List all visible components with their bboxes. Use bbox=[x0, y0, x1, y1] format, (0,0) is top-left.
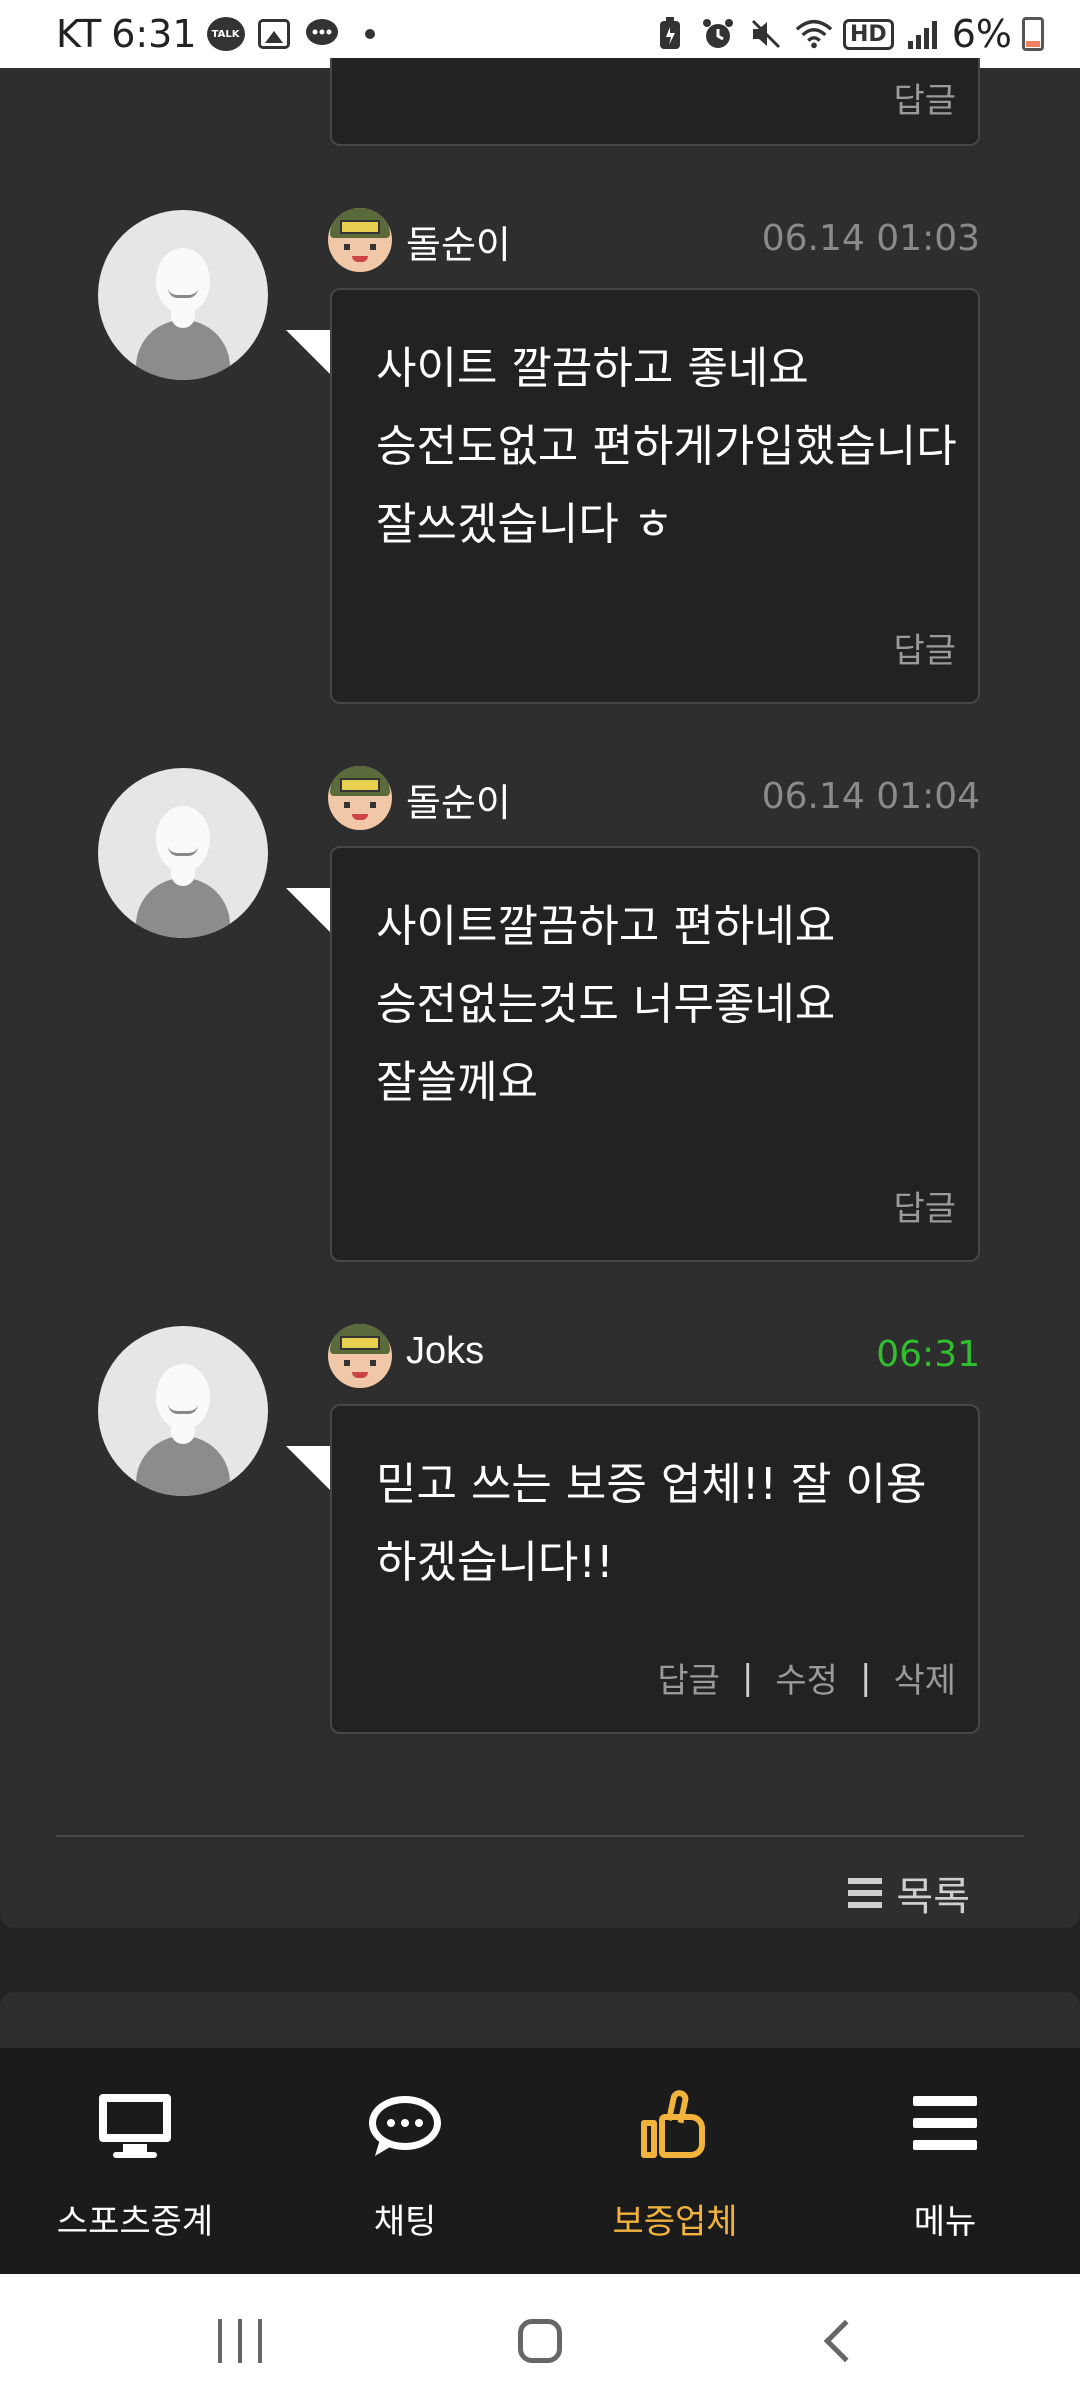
comment-line: 승전없는것도 너무좋네요 bbox=[376, 979, 836, 1030]
avatar bbox=[98, 210, 268, 380]
alarm-icon bbox=[699, 15, 737, 53]
home-button[interactable] bbox=[518, 2319, 562, 2363]
battery-percent: 6% bbox=[951, 12, 1012, 56]
nav-chat[interactable]: 채팅 bbox=[270, 2048, 540, 2274]
comment-line: 사이트 깔끔하고 좋네요 bbox=[376, 343, 809, 394]
nav-label: 채팅 bbox=[373, 2202, 437, 2242]
delete-link[interactable]: 삭제 bbox=[893, 1653, 956, 1702]
signal-icon bbox=[904, 15, 942, 53]
comment-text: 사이트 깔끔하고 좋네요 승전도없고 편하게가입했습니다 잘쓰겠습니다 ㅎ bbox=[376, 330, 957, 564]
system-nav-bar bbox=[0, 2274, 1080, 2408]
author-name[interactable]: 돌순이 bbox=[406, 214, 511, 269]
comment-time: 06.14 01:04 bbox=[761, 776, 980, 817]
author-name[interactable]: 돌순이 bbox=[406, 772, 511, 827]
comment-text: 믿고 쓰는 보증 업체!! 잘 이용 하겠습니다!! bbox=[376, 1446, 938, 1602]
comment-time: 06.14 01:03 bbox=[761, 218, 980, 259]
action-separator: | bbox=[859, 1657, 872, 1698]
wifi-icon bbox=[795, 15, 833, 53]
reply-link[interactable]: 답글 bbox=[893, 73, 956, 122]
comment-line: 잘쓰겠습니다 ㅎ bbox=[376, 499, 674, 550]
comment-header: 돌순이 06.14 01:04 bbox=[328, 766, 980, 830]
recent-apps-button[interactable] bbox=[218, 2316, 262, 2366]
comments-card: 답글 돌순이 06.14 01:03 사이트 깔끔하고 좋네요 승전도없고 편하… bbox=[0, 58, 1080, 1928]
comment-text: 사이트깔끔하고 편하네요 승전없는것도 너무좋네요 잘쓸께요 bbox=[376, 888, 938, 1122]
reply-link[interactable]: 답글 bbox=[893, 1181, 956, 1230]
reply-link[interactable]: 답글 bbox=[893, 623, 956, 672]
bubble-tail bbox=[286, 1446, 332, 1492]
thumbs-up-icon bbox=[639, 2088, 711, 2158]
comment-actions: 답글 bbox=[893, 623, 956, 672]
next-section-card bbox=[0, 1992, 1080, 2052]
level-badge-icon bbox=[328, 208, 392, 272]
hd-icon: HD bbox=[843, 18, 894, 50]
bubble-tail bbox=[286, 888, 332, 934]
monitor-icon bbox=[99, 2090, 171, 2158]
action-separator: | bbox=[741, 1657, 754, 1698]
comment-bubble: 사이트 깔끔하고 좋네요 승전도없고 편하게가입했습니다 잘쓰겠습니다 ㅎ 답글 bbox=[330, 288, 980, 704]
nav-sports-broadcast[interactable]: 스포츠중계 bbox=[0, 2048, 270, 2274]
comment-bubble: 답글 bbox=[330, 58, 980, 146]
back-button[interactable] bbox=[823, 2319, 867, 2363]
status-bar-right: HD 6% bbox=[651, 10, 1044, 58]
comment-line: 잘쓸께요 bbox=[376, 1057, 538, 1108]
carrier-label: KT bbox=[56, 12, 102, 56]
nav-menu[interactable]: 메뉴 bbox=[810, 2048, 1080, 2274]
level-badge-icon bbox=[328, 1324, 392, 1388]
battery-icon bbox=[1022, 17, 1044, 51]
battery-saver-icon bbox=[651, 15, 689, 53]
list-icon bbox=[848, 1878, 883, 1908]
kakaotalk-icon: TALK bbox=[206, 17, 245, 51]
status-bar-left: KT 6:31 TALK bbox=[56, 10, 389, 58]
level-badge-icon bbox=[328, 766, 392, 830]
gallery-icon bbox=[255, 15, 293, 53]
comment-header: 돌순이 06.14 01:03 bbox=[328, 208, 980, 272]
nav-verified-companies[interactable]: 보증업체 bbox=[540, 2048, 810, 2274]
divider bbox=[56, 1835, 1024, 1837]
dot-icon bbox=[351, 15, 389, 53]
comment-actions: 답글 bbox=[893, 1181, 956, 1230]
comment-line: 승전도없고 편하게가입했습니다 bbox=[376, 421, 957, 472]
edit-link[interactable]: 수정 bbox=[775, 1653, 838, 1702]
chat-bubble-icon bbox=[369, 2090, 441, 2158]
avatar bbox=[98, 768, 268, 938]
comment-bubble: 사이트깔끔하고 편하네요 승전없는것도 너무좋네요 잘쓸께요 답글 bbox=[330, 846, 980, 1262]
list-button[interactable]: 목록 bbox=[848, 1864, 970, 1922]
comment-header: Joks 06:31 bbox=[328, 1324, 980, 1388]
comment-actions: 답글 bbox=[893, 73, 956, 122]
nav-label: 보증업체 bbox=[612, 2202, 738, 2242]
comment-actions: 답글 | 수정 | 삭제 bbox=[657, 1653, 956, 1702]
hamburger-menu-icon bbox=[909, 2090, 981, 2158]
reply-link[interactable]: 답글 bbox=[657, 1653, 720, 1702]
comment-bubble: 믿고 쓰는 보증 업체!! 잘 이용 하겠습니다!! 답글 | 수정 | 삭제 bbox=[330, 1404, 980, 1734]
nav-label: 스포츠중계 bbox=[56, 2202, 214, 2242]
nav-label: 메뉴 bbox=[913, 2202, 977, 2242]
clock: 6:31 bbox=[111, 12, 197, 56]
bubble-tail bbox=[286, 330, 332, 376]
comment-line: 믿고 쓰는 보증 업체!! 잘 이용 bbox=[376, 1459, 927, 1510]
author-name[interactable]: Joks bbox=[406, 1330, 484, 1373]
message-icon bbox=[303, 15, 341, 53]
mute-icon bbox=[747, 15, 785, 53]
comment-time: 06:31 bbox=[876, 1334, 980, 1375]
bottom-nav: 스포츠중계 채팅 보증업체 메뉴 bbox=[0, 2048, 1080, 2274]
comment-line: 하겠습니다!! bbox=[376, 1537, 614, 1588]
list-button-label: 목록 bbox=[896, 1874, 970, 1920]
comment-line: 사이트깔끔하고 편하네요 bbox=[376, 901, 836, 952]
avatar bbox=[98, 1326, 268, 1496]
